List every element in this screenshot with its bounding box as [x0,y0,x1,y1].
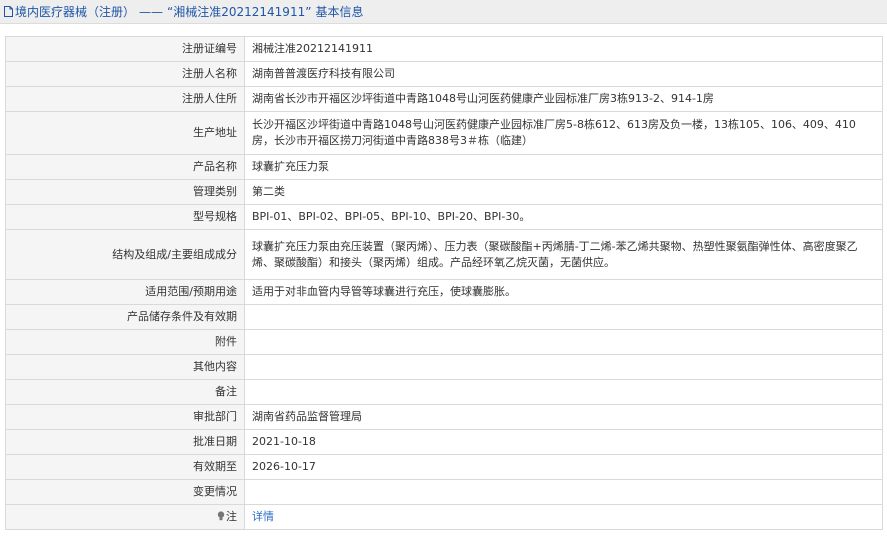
row-value: 湖南省长沙市开福区沙坪街道中青路1048号山河医药健康产业园标准厂房3栋913-… [244,86,883,112]
table-row: 注册人住所 湖南省长沙市开福区沙坪街道中青路1048号山河医药健康产业园标准厂房… [5,86,883,112]
table-row: 生产地址 长沙开福区沙坪街道中青路1048号山河医药健康产业园标准厂房5-8栋6… [5,111,883,155]
row-value: 2026-10-17 [244,454,883,480]
row-label: 产品储存条件及有效期 [5,304,245,330]
table-row: 注册人名称 湖南普普渡医疗科技有限公司 [5,61,883,87]
row-label: 注册人名称 [5,61,245,87]
row-label: 注册证编号 [5,36,245,62]
table-row-note: 注 详情 [5,504,883,530]
row-value: 湖南省药品监督管理局 [244,404,883,430]
row-label: 变更情况 [5,479,245,505]
note-value-cell: 详情 [244,504,883,530]
row-label: 审批部门 [5,404,245,430]
row-label: 附件 [5,329,245,355]
table-row: 管理类别 第二类 [5,179,883,205]
table-row: 备注 [5,379,883,405]
row-label: 注册人住所 [5,86,245,112]
row-value [244,354,883,380]
row-value: 湖南普普渡医疗科技有限公司 [244,61,883,87]
header-category: 境内医疗器械（注册） [15,5,136,19]
row-value: 第二类 [244,179,883,205]
header-record: “湘械注准20212141911” [167,5,312,19]
row-label: 生产地址 [5,111,245,155]
note-label-cell: 注 [5,504,245,530]
row-label: 其他内容 [5,354,245,380]
row-label: 管理类别 [5,179,245,205]
table-row: 批准日期 2021-10-18 [5,429,883,455]
details-link[interactable]: 详情 [252,510,274,523]
row-value: 球囊扩充压力泵由充压装置（聚丙烯）、压力表（聚碳酸酯+丙烯腈-丁二烯-苯乙烯共聚… [244,229,883,280]
row-value: 2021-10-18 [244,429,883,455]
row-value: 湘械注准20212141911 [244,36,883,62]
header-suffix: 基本信息 [315,5,364,19]
table-row: 审批部门 湖南省药品监督管理局 [5,404,883,430]
row-value: 长沙开福区沙坪街道中青路1048号山河医药健康产业园标准厂房5-8栋612、61… [244,111,883,155]
table-row: 注册证编号 湘械注准20212141911 [5,36,883,62]
row-label: 适用范围/预期用途 [5,279,245,305]
info-table-wrapper: 注册证编号 湘械注准20212141911 注册人名称 湖南普普渡医疗科技有限公… [5,36,883,530]
row-label: 有效期至 [5,454,245,480]
row-label: 备注 [5,379,245,405]
table-row: 变更情况 [5,479,883,505]
info-table: 注册证编号 湘械注准20212141911 注册人名称 湖南普普渡医疗科技有限公… [5,36,883,530]
row-value [244,479,883,505]
row-value: BPI-01、BPI-02、BPI-05、BPI-10、BPI-20、BPI-3… [244,204,883,230]
table-row: 有效期至 2026-10-17 [5,454,883,480]
header-separator: —— [139,4,164,19]
row-value [244,379,883,405]
note-label: 注 [226,510,237,523]
row-value [244,304,883,330]
table-row: 结构及组成/主要组成成分 球囊扩充压力泵由充压装置（聚丙烯）、压力表（聚碳酸酯+… [5,229,883,280]
table-row: 型号规格 BPI-01、BPI-02、BPI-05、BPI-10、BPI-20、… [5,204,883,230]
lightbulb-icon [217,510,225,521]
row-value: 球囊扩充压力泵 [244,154,883,180]
document-icon [4,6,13,17]
page-header: 境内医疗器械（注册） —— “湘械注准20212141911” 基本信息 [0,0,887,24]
table-row: 其他内容 [5,354,883,380]
row-value: 适用于对非血管内导管等球囊进行充压，使球囊膨胀。 [244,279,883,305]
table-row: 产品名称 球囊扩充压力泵 [5,154,883,180]
table-row: 附件 [5,329,883,355]
row-label: 型号规格 [5,204,245,230]
table-row: 适用范围/预期用途 适用于对非血管内导管等球囊进行充压，使球囊膨胀。 [5,279,883,305]
row-label: 产品名称 [5,154,245,180]
row-value [244,329,883,355]
row-label: 批准日期 [5,429,245,455]
table-row: 产品储存条件及有效期 [5,304,883,330]
row-label: 结构及组成/主要组成成分 [5,229,245,280]
